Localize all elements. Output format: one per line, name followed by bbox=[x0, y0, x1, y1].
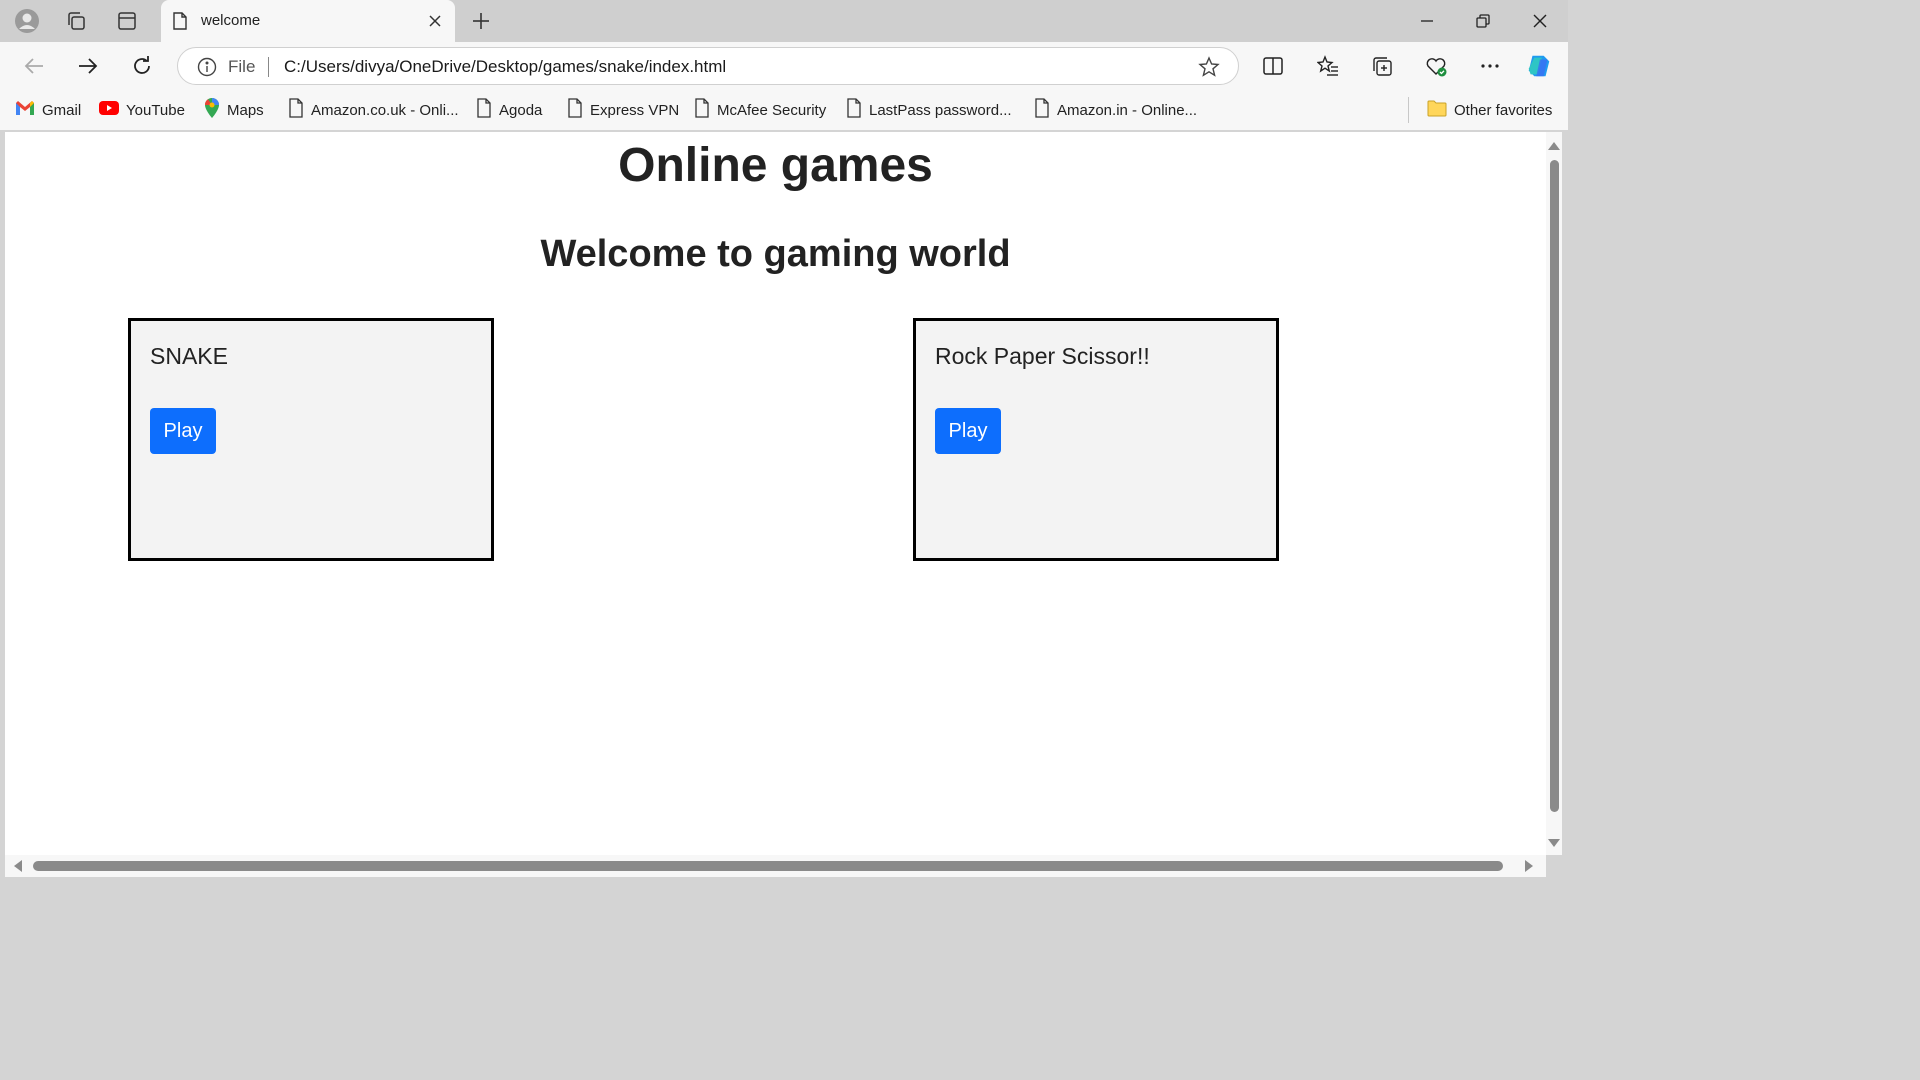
bookmark-amazon-uk[interactable]: Amazon.co.uk - Onli... bbox=[288, 98, 459, 122]
bookmark-label: Maps bbox=[227, 101, 264, 119]
restore-icon[interactable] bbox=[1470, 8, 1496, 34]
youtube-icon bbox=[99, 101, 119, 119]
close-window-icon[interactable] bbox=[1527, 8, 1553, 34]
page-icon bbox=[694, 98, 710, 122]
bookmark-express-vpn[interactable]: Express VPN bbox=[567, 98, 680, 122]
game-card-rock-paper-scissor: Rock Paper Scissor!! Play bbox=[913, 318, 1279, 561]
new-tab-icon[interactable] bbox=[468, 8, 494, 34]
bookmark-label: LastPass password... bbox=[869, 101, 1012, 119]
close-tab-icon[interactable] bbox=[425, 11, 445, 31]
scroll-right-arrow-icon[interactable] bbox=[1525, 860, 1533, 872]
forward-icon[interactable] bbox=[74, 52, 102, 80]
play-rock-paper-scissor-button[interactable]: Play bbox=[935, 408, 1001, 454]
bookmark-youtube[interactable]: YouTube bbox=[99, 100, 185, 120]
address-separator bbox=[268, 57, 269, 77]
split-screen-icon[interactable] bbox=[1259, 52, 1287, 80]
bookmark-label: Gmail bbox=[42, 101, 82, 119]
bookmark-label: Amazon.co.uk - Onli... bbox=[311, 101, 459, 119]
bookmark-lastpass[interactable]: LastPass password... bbox=[846, 98, 1012, 122]
folder-icon bbox=[1427, 99, 1447, 121]
bookmark-label: Amazon.in - Online... bbox=[1057, 101, 1198, 119]
back-icon[interactable] bbox=[20, 52, 48, 80]
bookmark-label: YouTube bbox=[126, 101, 185, 119]
vertical-scrollbar[interactable] bbox=[1546, 132, 1562, 855]
page-title: Online games bbox=[618, 139, 933, 192]
collections-icon[interactable] bbox=[1368, 52, 1396, 80]
url-text[interactable]: C:/Users/divya/OneDrive/Desktop/games/sn… bbox=[284, 57, 726, 77]
vertical-scroll-thumb[interactable] bbox=[1550, 160, 1559, 812]
page-icon bbox=[288, 98, 304, 122]
workspaces-icon[interactable] bbox=[62, 7, 90, 35]
page-subtitle: Welcome to gaming world bbox=[540, 233, 1011, 275]
page-icon bbox=[172, 12, 188, 35]
page-icon bbox=[476, 98, 492, 122]
bookmark-label: Agoda bbox=[499, 101, 543, 119]
bookmark-mcafee[interactable]: McAfee Security bbox=[694, 98, 827, 122]
navigation-toolbar: File C:/Users/divya/OneDrive/Desktop/gam… bbox=[0, 42, 1568, 90]
page-icon bbox=[846, 98, 862, 122]
bookmark-label: McAfee Security bbox=[717, 101, 827, 119]
scroll-left-arrow-icon[interactable] bbox=[14, 860, 22, 872]
page-icon bbox=[567, 98, 583, 122]
scroll-down-arrow-icon[interactable] bbox=[1548, 839, 1560, 847]
favorites-icon[interactable] bbox=[1314, 52, 1342, 80]
refresh-icon[interactable] bbox=[128, 52, 156, 80]
gmail-icon bbox=[15, 100, 35, 120]
other-favorites-folder[interactable]: Other favorites bbox=[1427, 100, 1552, 120]
bookmark-label: Express VPN bbox=[590, 101, 680, 119]
info-icon[interactable] bbox=[197, 57, 217, 82]
page-icon bbox=[1034, 98, 1050, 122]
game-card-snake: SNAKE Play bbox=[128, 318, 494, 561]
copilot-icon[interactable] bbox=[1525, 52, 1553, 80]
favorite-star-icon[interactable] bbox=[1198, 56, 1220, 83]
game-card-title: Rock Paper Scissor!! bbox=[935, 343, 1150, 369]
more-options-icon[interactable] bbox=[1476, 52, 1504, 80]
bookmark-maps[interactable]: Maps bbox=[204, 98, 264, 122]
tab-bar: welcome bbox=[0, 0, 1568, 42]
address-bar[interactable]: File C:/Users/divya/OneDrive/Desktop/gam… bbox=[177, 47, 1239, 85]
play-snake-button[interactable]: Play bbox=[150, 408, 216, 454]
favorites-bar: Gmail YouTube Maps Amazon.co.uk - Onli..… bbox=[0, 90, 1568, 130]
bookmark-agoda[interactable]: Agoda bbox=[476, 98, 543, 122]
bookmark-gmail[interactable]: Gmail bbox=[15, 100, 81, 120]
horizontal-scrollbar[interactable] bbox=[5, 855, 1546, 877]
game-card-title: SNAKE bbox=[150, 343, 228, 369]
horizontal-scroll-thumb[interactable] bbox=[33, 861, 1503, 871]
maps-icon bbox=[204, 98, 220, 122]
scroll-up-arrow-icon[interactable] bbox=[1548, 142, 1560, 150]
browser-essentials-icon[interactable] bbox=[1422, 52, 1450, 80]
page-viewport: Online games Welcome to gaming world SNA… bbox=[5, 132, 1546, 855]
other-favorites-label: Other favorites bbox=[1454, 101, 1553, 119]
scheme-label: File bbox=[228, 57, 256, 76]
tab-title: welcome bbox=[201, 12, 261, 29]
favorites-divider bbox=[1408, 97, 1409, 123]
profile-avatar-icon[interactable] bbox=[13, 7, 41, 35]
bookmark-amazon-in[interactable]: Amazon.in - Online... bbox=[1034, 98, 1198, 122]
minimize-icon[interactable] bbox=[1414, 8, 1440, 34]
vertical-tabs-icon[interactable] bbox=[113, 7, 141, 35]
tab-welcome[interactable]: welcome bbox=[161, 0, 455, 42]
